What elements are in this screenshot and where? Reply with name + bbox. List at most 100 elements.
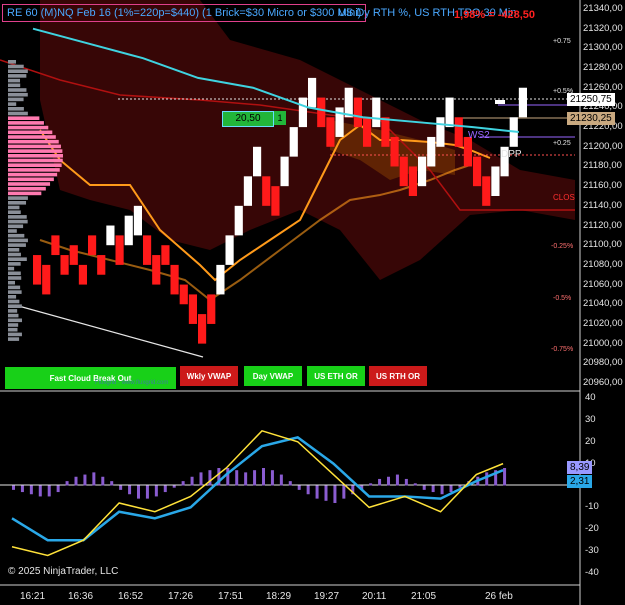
histogram-bar xyxy=(154,485,158,497)
histogram-bar xyxy=(404,478,408,486)
histogram-bar xyxy=(440,485,444,495)
time-tick-label: 16:21 xyxy=(20,591,46,602)
renko-brick xyxy=(152,255,161,285)
time-tick-label: 19:27 xyxy=(314,591,340,602)
price-tick-label: 21020,00 xyxy=(583,317,623,329)
volume-bar xyxy=(8,78,21,83)
renko-brick xyxy=(216,264,225,295)
pct-label-plus-075: +0.75 xyxy=(553,38,571,45)
renko-brick xyxy=(225,235,234,265)
renko-brick xyxy=(33,255,42,285)
pct-label-minus-075: -0.75% xyxy=(551,346,574,353)
wkly-vwap-button[interactable]: Wkly VWAP xyxy=(180,366,238,386)
histogram-bar xyxy=(324,485,328,501)
time-tick-label: 17:26 xyxy=(168,591,194,602)
volume-bar xyxy=(8,102,17,106)
volume-bar xyxy=(8,323,19,327)
histogram-bar xyxy=(56,485,60,493)
volume-bar xyxy=(8,168,60,172)
pct-label-minus-05: -0.5% xyxy=(553,295,572,302)
histogram-bar xyxy=(253,470,257,486)
renko-brick xyxy=(253,146,262,177)
renko-brick xyxy=(161,245,170,265)
histogram-bar xyxy=(306,485,310,495)
renko-brick xyxy=(243,176,252,206)
volume-bar xyxy=(8,248,20,252)
histogram-bar xyxy=(387,476,390,486)
volume-bar xyxy=(8,252,21,257)
renko-brick xyxy=(445,97,454,128)
price-tick-label: 21080,00 xyxy=(583,258,623,270)
volume-bar xyxy=(8,201,27,205)
renko-brick xyxy=(78,264,87,285)
renko-brick xyxy=(271,186,280,216)
copyright-text: © 2025 NinjaTrader, LLC xyxy=(8,566,119,577)
volume-bar xyxy=(8,309,18,313)
volume-bar xyxy=(8,74,27,78)
renko-brick xyxy=(51,235,60,256)
volume-bar xyxy=(8,191,42,196)
box-value-tag[interactable]: 20,50 xyxy=(222,111,274,127)
histogram-bar xyxy=(83,474,87,486)
volume-bar xyxy=(8,224,24,229)
histogram-bar xyxy=(369,483,373,486)
renko-brick xyxy=(518,87,527,118)
histogram-bar xyxy=(172,485,176,488)
renko-brick xyxy=(390,136,399,167)
renko-brick xyxy=(262,176,271,206)
histogram-bar xyxy=(449,485,453,493)
histogram-bar xyxy=(244,472,248,486)
price-tick-label: 21280,00 xyxy=(583,62,623,74)
volume-bar xyxy=(8,116,40,120)
renko-brick xyxy=(482,176,491,206)
price-tick-label: 21340,00 xyxy=(583,3,623,14)
chart-canvas[interactable] xyxy=(0,0,625,605)
volume-bar xyxy=(8,149,63,153)
volume-bar xyxy=(8,88,27,92)
renko-brick xyxy=(188,294,197,324)
histogram-bar xyxy=(226,468,230,486)
osc-value-1-tag: 8,39 xyxy=(567,461,593,474)
osc-tick-label: -40 xyxy=(585,567,599,578)
renko-brick xyxy=(326,117,335,147)
histogram-bar xyxy=(288,481,292,486)
volume-bar xyxy=(8,313,19,318)
volume-bar xyxy=(8,233,25,238)
price-tick-label: 21320,00 xyxy=(583,22,623,34)
histogram-bar xyxy=(163,485,167,493)
renko-brick xyxy=(363,117,372,147)
osc-tick-label: -30 xyxy=(585,545,599,557)
volume-bar xyxy=(8,215,27,219)
us-eth-or-button[interactable]: US ETH OR xyxy=(307,366,365,386)
histogram-bar xyxy=(262,468,265,486)
box-flag-tag[interactable]: 1 xyxy=(274,111,286,125)
histogram-bar xyxy=(47,485,51,497)
cursor-marker xyxy=(495,100,505,104)
volume-bar xyxy=(8,290,22,294)
histogram-bar xyxy=(12,485,15,490)
volume-bar xyxy=(8,337,20,341)
histogram-bar xyxy=(395,474,399,486)
histogram-bar xyxy=(145,485,149,499)
volume-bar xyxy=(8,97,24,102)
volume-bar xyxy=(8,172,58,177)
histogram-bar xyxy=(65,481,69,486)
volume-bar xyxy=(8,139,59,144)
day-vwap-button[interactable]: Day VWAP xyxy=(244,366,302,386)
osc-tick-label: 20 xyxy=(585,435,596,447)
renko-brick xyxy=(124,215,133,246)
us-rth-or-button[interactable]: US RTH OR xyxy=(369,366,427,386)
renko-brick xyxy=(88,235,97,256)
histogram-bar xyxy=(503,468,507,486)
price-tick-label: 21040,00 xyxy=(583,298,623,310)
histogram-bar xyxy=(92,472,96,486)
price-tick-label: 21200,00 xyxy=(583,140,623,152)
time-tick-label: 16:52 xyxy=(118,591,144,602)
histogram-bar xyxy=(378,478,382,486)
watermark-url: Fluxgrid - www.fluxgrid.com xyxy=(95,380,169,386)
osc-tick-label: -10 xyxy=(585,501,599,513)
price-tick-label: 21300,00 xyxy=(583,42,623,54)
volume-bar xyxy=(8,177,54,182)
renko-brick xyxy=(317,97,326,128)
volume-bar xyxy=(8,285,21,290)
